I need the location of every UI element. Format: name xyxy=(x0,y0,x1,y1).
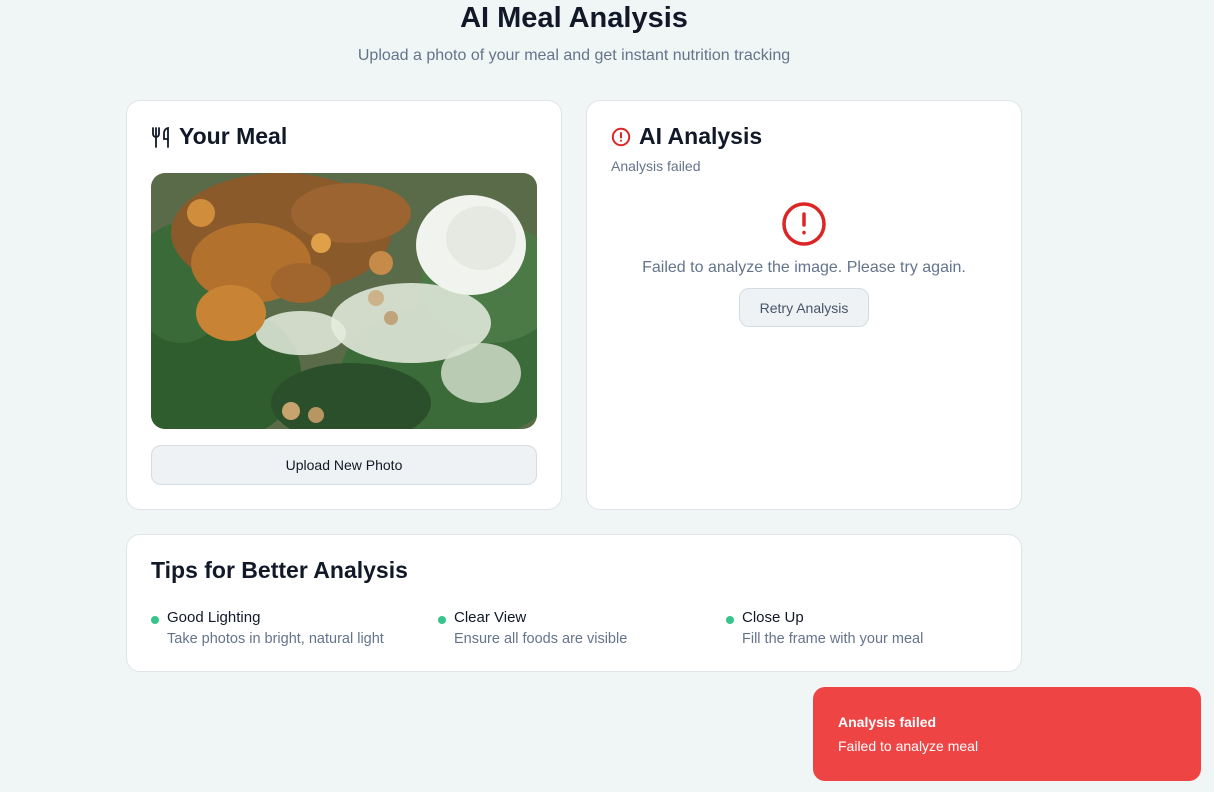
alert-circle-icon xyxy=(611,127,631,147)
tip-dot-icon xyxy=(438,616,446,624)
tip-title: Clear View xyxy=(454,609,527,626)
meal-card-header: Your Meal xyxy=(151,123,287,150)
tips-title: Tips for Better Analysis xyxy=(151,557,408,583)
toast-description: Failed to analyze meal xyxy=(838,738,979,754)
tips-card: Tips for Better Analysis Good Lighting T… xyxy=(126,534,1022,672)
tip-description: Fill the frame with your meal xyxy=(742,631,924,647)
meal-card: Your Meal Upload New Photo xyxy=(126,100,562,510)
meal-photo xyxy=(151,173,537,429)
tip-title: Good Lighting xyxy=(167,609,261,626)
tip-item: Clear View Ensure all foods are visible xyxy=(438,609,627,648)
analysis-card-header: AI Analysis xyxy=(611,123,762,150)
toast-title: Analysis failed xyxy=(838,714,937,730)
upload-new-photo-button[interactable]: Upload New Photo xyxy=(151,445,537,485)
tip-dot-icon xyxy=(151,616,159,624)
page-title: AI Meal Analysis xyxy=(460,2,688,34)
analysis-status: Analysis failed xyxy=(611,158,701,174)
retry-analysis-button[interactable]: Retry Analysis xyxy=(739,288,869,327)
tip-item: Good Lighting Take photos in bright, nat… xyxy=(151,609,384,648)
tip-description: Take photos in bright, natural light xyxy=(167,631,384,647)
tip-title: Close Up xyxy=(742,609,804,626)
page-subtitle: Upload a photo of your meal and get inst… xyxy=(357,47,791,64)
meal-card-title: Your Meal xyxy=(179,123,288,149)
tip-description: Ensure all foods are visible xyxy=(454,631,628,647)
analysis-card: AI Analysis Analysis failed Failed to an… xyxy=(586,100,1022,510)
utensils-icon xyxy=(151,126,171,148)
analysis-card-title: AI Analysis xyxy=(639,123,763,149)
error-message: Failed to analyze the image. Please try … xyxy=(642,259,966,276)
tip-item: Close Up Fill the frame with your meal xyxy=(726,609,923,648)
tip-dot-icon xyxy=(726,616,734,624)
error-toast[interactable]: Analysis failed Failed to analyze meal xyxy=(813,687,1201,781)
alert-circle-large-icon xyxy=(781,201,827,247)
